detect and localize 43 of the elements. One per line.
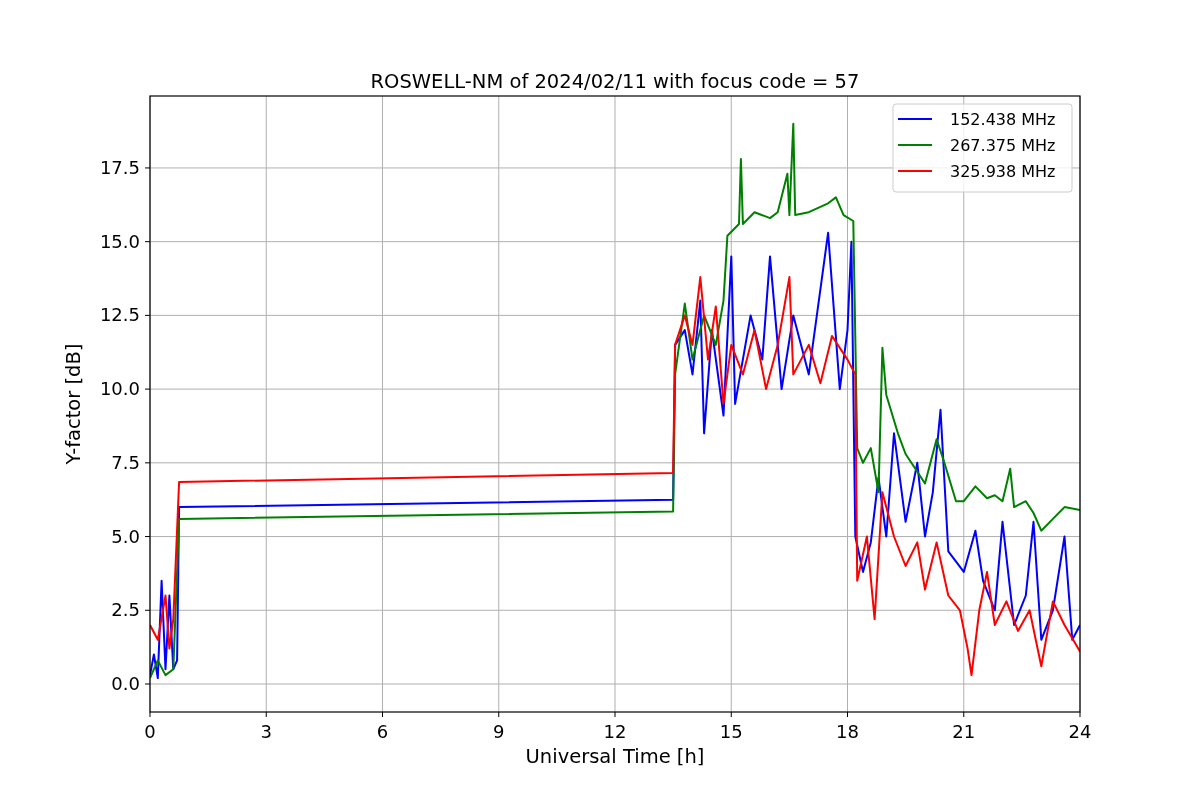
y-tick-label: 0.0 (111, 673, 140, 694)
x-tick-label: 15 (719, 721, 743, 742)
x-tick-label: 12 (603, 721, 627, 742)
y-tick (144, 536, 151, 538)
x-tick (265, 711, 267, 718)
y-tick-label: 17.5 (99, 156, 140, 178)
legend-line (897, 144, 933, 146)
y-tick (144, 167, 151, 169)
x-tick-label: 6 (376, 721, 389, 742)
x-tick (847, 711, 848, 718)
y-tick-label: 10.0 (99, 378, 140, 400)
y-tick-label: 5.0 (111, 525, 140, 547)
y-tick-label: 15.0 (99, 230, 140, 252)
y-tick (144, 241, 151, 243)
x-tick (382, 711, 383, 718)
y-tick-label: 7.5 (111, 451, 140, 473)
y-tick (144, 683, 151, 685)
x-tick-label: 3 (260, 721, 272, 742)
y-axis-label: Y-factor [dB] (62, 343, 85, 465)
legend-line (897, 170, 933, 172)
x-tick (614, 711, 616, 718)
legend-label: 152.438 MHz (950, 110, 1056, 129)
x-tick (498, 711, 500, 718)
legend-label: 325.938 MHz (950, 162, 1056, 181)
x-tick-label: 9 (493, 721, 505, 742)
y-tick (144, 609, 151, 611)
legend-label: 267.375 MHz (950, 136, 1056, 155)
x-tick (963, 711, 965, 718)
y-tick (144, 388, 151, 390)
x-tick (149, 711, 151, 718)
x-tick-label: 21 (952, 721, 976, 742)
x-tick-label: 0 (144, 721, 156, 742)
x-axis-label: Universal Time [h] (525, 745, 705, 768)
x-tick-label: 18 (836, 721, 859, 742)
x-tick (1079, 711, 1081, 718)
y-tick-label: 2.5 (111, 599, 140, 621)
x-tick (730, 711, 732, 718)
chart-title: ROSWELL-NM of 2024/02/11 with focus code = 57 (370, 70, 860, 93)
x-tick-label: 24 (1068, 721, 1092, 742)
y-tick-label: 12.5 (99, 304, 140, 326)
y-tick (144, 314, 151, 316)
legend-line (897, 118, 933, 120)
y-tick (144, 462, 151, 464)
